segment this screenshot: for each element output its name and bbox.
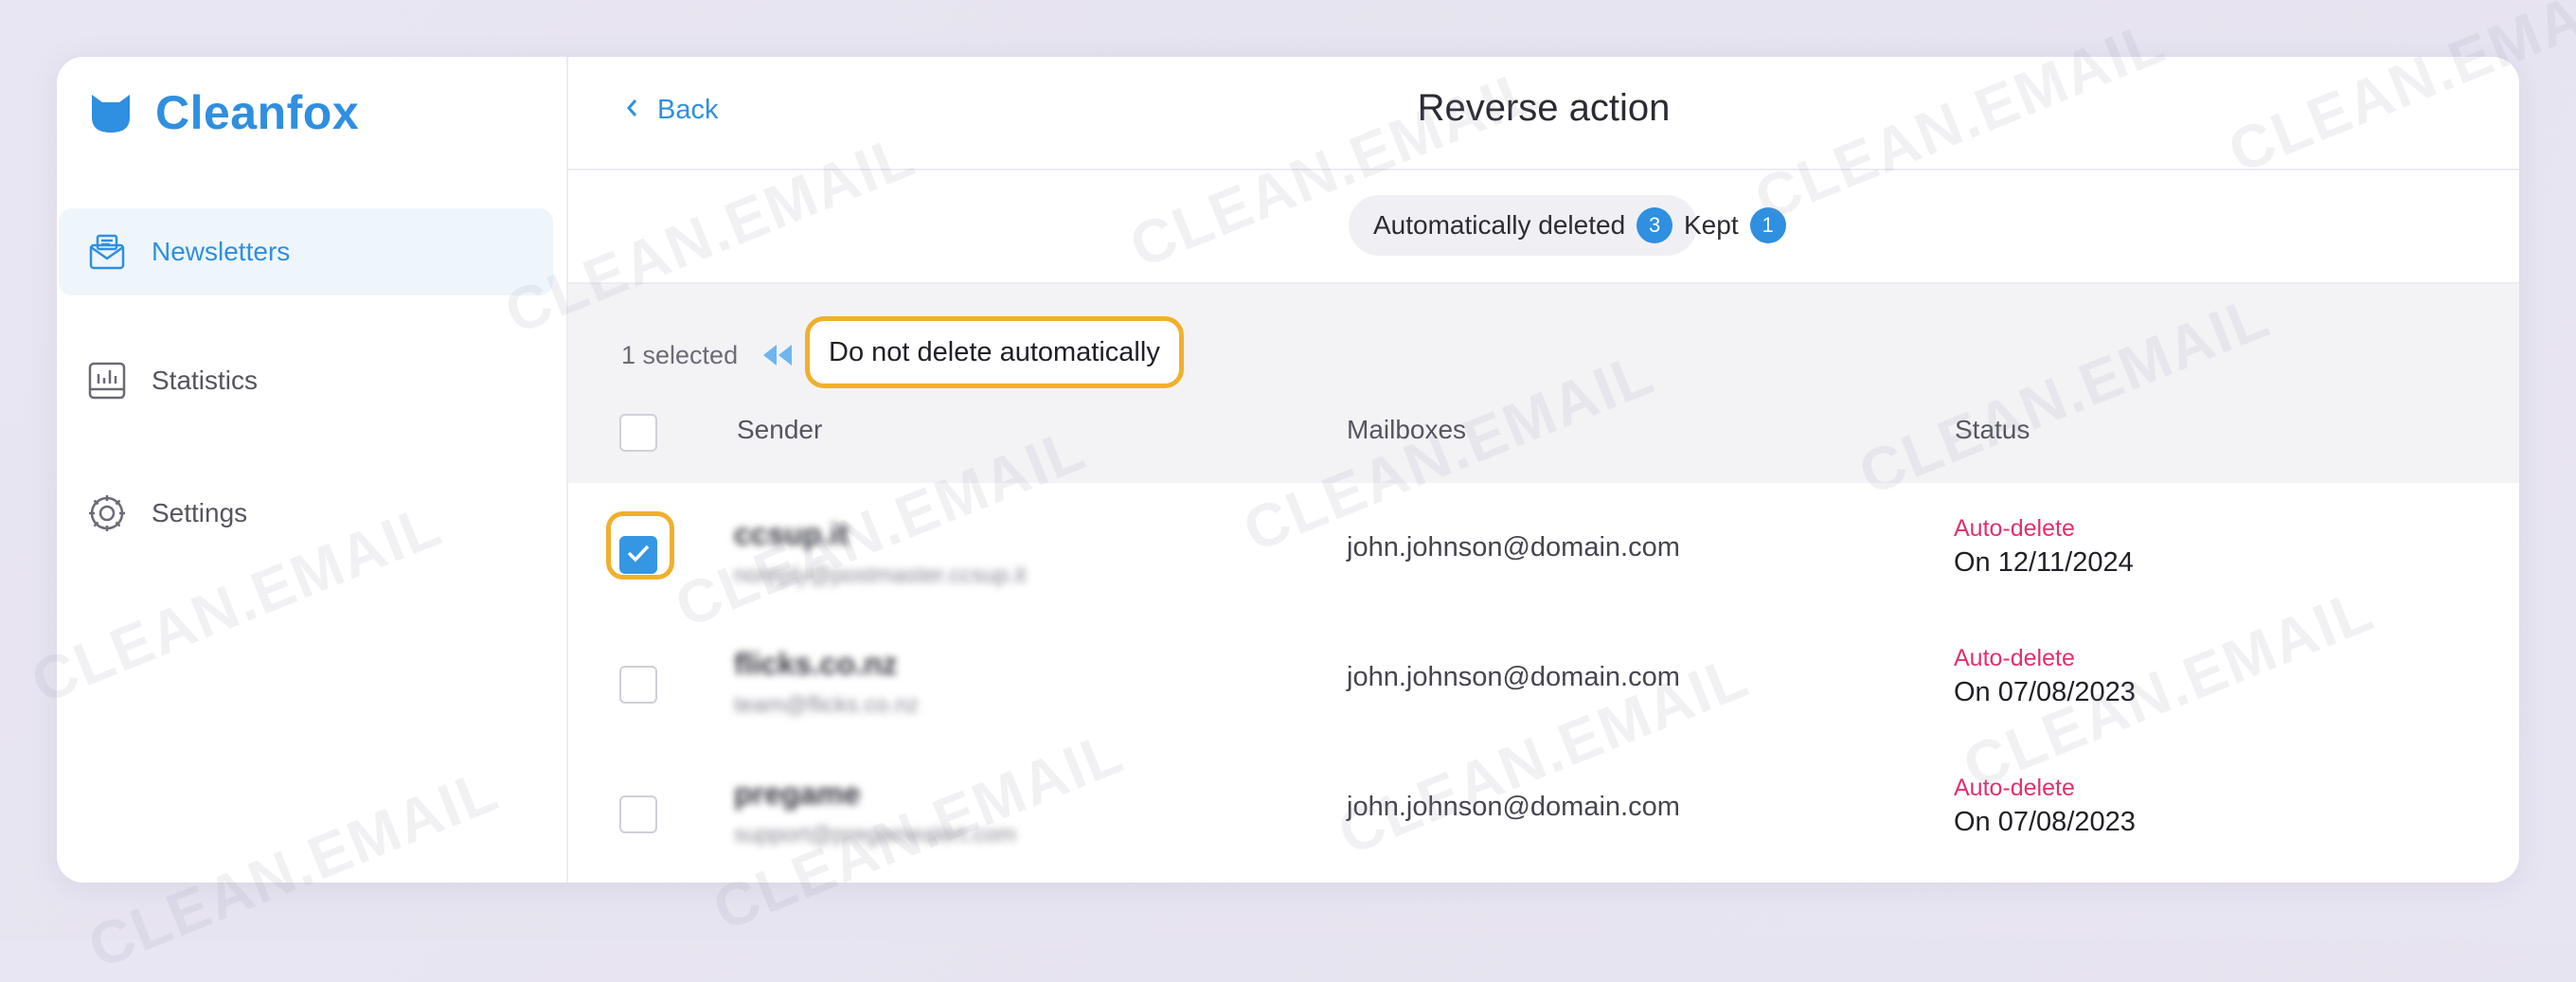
tab-kept[interactable]: Kept 1 xyxy=(1659,195,1811,256)
tab-label: Automatically deleted xyxy=(1373,210,1626,240)
table-row[interactable]: pregame support@pregamealert.com john.jo… xyxy=(568,744,2519,874)
sender-email: support@pregamealert.com xyxy=(734,822,1016,848)
top-bar: Back Reverse action xyxy=(568,57,2519,170)
rewind-icon xyxy=(761,343,794,372)
sidebar-item-settings[interactable]: Settings xyxy=(59,470,553,557)
sender-name: pregame xyxy=(734,777,861,811)
sender-name: ccsup.it xyxy=(734,517,849,551)
select-all-checkbox[interactable] xyxy=(619,414,657,452)
status-label: Auto-delete xyxy=(1954,775,2075,801)
checkmark-icon xyxy=(626,543,651,568)
status-label: Auto-delete xyxy=(1954,645,2075,671)
table-row[interactable]: ccsup.it noreply@postmaster.ccsup.it joh… xyxy=(568,485,2519,615)
status-label: Auto-delete xyxy=(1954,515,2075,542)
sidebar-item-statistics[interactable]: Statistics xyxy=(59,337,553,424)
column-header-mailboxes[interactable]: Mailboxes xyxy=(1347,415,1466,445)
app-window: Cleanfox Newsletters Statistics Settings… xyxy=(57,57,2519,883)
app-name: Cleanfox xyxy=(155,86,360,139)
sender-name: flicks.co.nz xyxy=(734,647,898,681)
newsletter-icon xyxy=(87,232,127,272)
mailbox: john.johnson@domain.com xyxy=(1347,662,1680,692)
do-not-delete-button[interactable]: Do not delete automatically xyxy=(805,316,1184,388)
sidebar-item-label: Newsletters xyxy=(152,237,291,266)
sidebar-item-label: Statistics xyxy=(152,366,259,395)
main-panel: Back Reverse action Automatically delete… xyxy=(568,57,2519,883)
status-date: On 07/08/2023 xyxy=(1954,807,2136,837)
status-date: On 07/08/2023 xyxy=(1954,677,2136,707)
logo[interactable]: Cleanfox xyxy=(87,85,359,140)
row-checkbox[interactable] xyxy=(619,536,657,574)
sidebar-item-label: Settings xyxy=(152,498,248,527)
table-row[interactable]: flicks.co.nz team@flicks.co.nz john.john… xyxy=(568,615,2519,744)
tabs-bar: Automatically deleted 3 Kept 1 xyxy=(568,170,2519,284)
sender-email: team@flicks.co.nz xyxy=(734,692,920,718)
sidebar: Cleanfox Newsletters Statistics Settings xyxy=(57,57,568,883)
page-title: Reverse action xyxy=(1417,87,1671,129)
mailbox: john.johnson@domain.com xyxy=(1347,532,1680,562)
sender-email: noreply@postmaster.ccsup.it xyxy=(734,562,1027,588)
selected-count: 1 selected xyxy=(621,341,739,369)
sidebar-item-newsletters[interactable]: Newsletters xyxy=(59,208,553,295)
tab-automatically-deleted[interactable]: Automatically deleted 3 xyxy=(1349,195,1698,256)
column-header-status[interactable]: Status xyxy=(1955,415,2030,445)
tab-label: Kept xyxy=(1684,210,1739,240)
statistics-icon xyxy=(87,361,127,401)
count-badge: 1 xyxy=(1749,207,1786,243)
table-header: 1 selected Do not delete automatically S… xyxy=(568,284,2519,483)
row-checkbox[interactable] xyxy=(619,666,657,704)
row-checkbox[interactable] xyxy=(619,795,657,833)
gear-icon xyxy=(87,493,127,533)
status-date: On 12/11/2024 xyxy=(1954,547,2134,578)
fox-logo-icon xyxy=(92,95,130,133)
mailbox: john.johnson@domain.com xyxy=(1347,792,1680,822)
column-header-sender[interactable]: Sender xyxy=(737,415,822,445)
